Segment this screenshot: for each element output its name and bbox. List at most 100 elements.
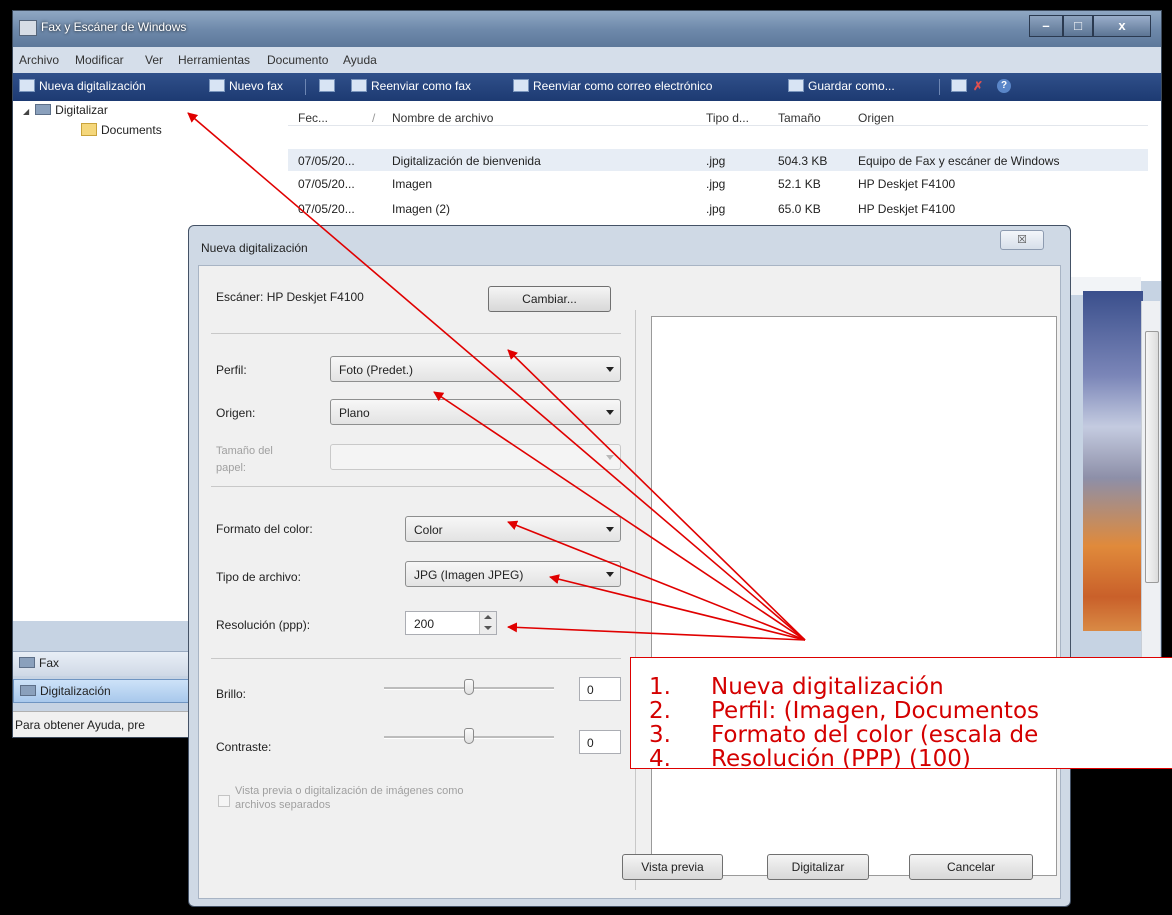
- menu-ver[interactable]: Ver: [145, 53, 163, 67]
- paper-size-select[interactable]: [330, 444, 621, 470]
- separate-files-checkbox[interactable]: [218, 795, 230, 807]
- chevron-down-icon: [606, 367, 614, 372]
- spin-buttons[interactable]: [479, 612, 496, 634]
- resolution-value: 200: [414, 617, 435, 631]
- sort-indicator: /: [372, 111, 376, 125]
- close-window-button[interactable]: x: [1093, 15, 1151, 37]
- menu-ayuda[interactable]: Ayuda: [343, 53, 377, 67]
- cell-date: 07/05/20...: [298, 177, 355, 191]
- nav-scan-label: Digitalización: [40, 684, 111, 698]
- save-icon: [788, 79, 804, 92]
- nav-digitalizacion[interactable]: Digitalización: [13, 679, 203, 703]
- col-filename[interactable]: Nombre de archivo: [392, 111, 493, 125]
- window-title: Fax y Escáner de Windows: [41, 20, 187, 34]
- annotation-box: 1. Nueva digitalización 2. Perfil: (Imagen…: [630, 657, 1172, 769]
- file-type-value: JPG (Imagen JPEG): [414, 568, 524, 582]
- scroll-thumb[interactable]: [1145, 331, 1159, 583]
- annotation-item: 4. Resolución (PPP) (100): [649, 746, 971, 769]
- source-value: Plano: [339, 406, 370, 420]
- dialog-title: Nueva digitalización: [201, 241, 308, 255]
- chevron-down-icon[interactable]: [484, 626, 492, 630]
- brightness-value: 0: [587, 683, 594, 697]
- chevron-down-icon: [606, 572, 614, 577]
- cell-date: 07/05/20...: [298, 202, 355, 216]
- contrast-value-field[interactable]: 0: [579, 730, 621, 754]
- source-select[interactable]: Plano: [330, 399, 621, 425]
- delete-button[interactable]: ✗: [973, 79, 983, 93]
- col-date[interactable]: Fec...: [298, 111, 328, 125]
- maximize-button[interactable]: □: [1063, 15, 1093, 37]
- help-button[interactable]: ?: [997, 79, 1011, 93]
- cancel-button[interactable]: Cancelar: [909, 854, 1033, 880]
- chevron-up-icon[interactable]: [484, 615, 492, 619]
- print-icon: [951, 79, 967, 92]
- print-button[interactable]: [951, 79, 971, 93]
- scan-button[interactable]: Digitalizar: [767, 854, 869, 880]
- cell-name: Imagen (2): [392, 202, 451, 216]
- resolution-stepper[interactable]: 200: [405, 611, 497, 635]
- paper-size-label: Tamaño del: [216, 445, 273, 457]
- scanner-label: Escáner: HP Deskjet F4100: [216, 290, 364, 304]
- menu-modificar[interactable]: Modificar: [75, 53, 124, 67]
- col-size[interactable]: Tamaño: [778, 111, 821, 125]
- annotation-item: 1. Nueva digitalización: [649, 674, 944, 700]
- contrast-slider-thumb[interactable]: [464, 728, 474, 744]
- title-bar[interactable]: Fax y Escáner de Windows – □ x: [13, 11, 1161, 47]
- nav-fax[interactable]: Fax: [13, 651, 203, 676]
- table-row[interactable]: 07/05/20... Digitalización de bienvenida…: [298, 154, 1148, 174]
- forward-fax-icon: [351, 79, 367, 92]
- tree-expand-icon[interactable]: ◢: [23, 107, 29, 116]
- file-type-select[interactable]: JPG (Imagen JPEG): [405, 561, 621, 587]
- new-scan-button[interactable]: Nueva digitalización: [19, 79, 146, 93]
- file-type-label: Tipo de archivo:: [216, 570, 301, 584]
- scan-nav-icon: [20, 685, 36, 696]
- new-fax-button[interactable]: Nuevo fax: [209, 79, 283, 93]
- cell-origin: HP Deskjet F4100: [858, 177, 956, 191]
- preview-button[interactable]: Vista previa: [622, 854, 723, 880]
- status-text: Para obtener Ayuda, pre: [15, 718, 145, 732]
- menu-herramientas[interactable]: Herramientas: [178, 53, 250, 67]
- minimize-button[interactable]: –: [1029, 15, 1063, 37]
- contrast-value: 0: [587, 736, 594, 750]
- cell-type: .jpg: [706, 154, 726, 168]
- tree-item-documents[interactable]: Documents: [81, 123, 162, 137]
- toolbar: Nueva digitalización Nuevo fax Reenviar …: [13, 73, 1161, 101]
- menu-documento[interactable]: Documento: [267, 53, 328, 67]
- color-format-select[interactable]: Color: [405, 516, 621, 542]
- brightness-slider-thumb[interactable]: [464, 679, 474, 695]
- forward-email-button[interactable]: Reenviar como correo electrónico: [513, 79, 712, 93]
- cell-size: 65.0 KB: [778, 202, 821, 216]
- col-origin[interactable]: Origen: [858, 111, 894, 125]
- cell-name: Digitalización de bienvenida: [392, 154, 541, 168]
- fax-nav-icon: [19, 657, 35, 668]
- pane-divider: [635, 310, 636, 890]
- fax-scanner-app-icon: [19, 20, 37, 36]
- dialog-body: Escáner: HP Deskjet F4100 Cambiar... Per…: [198, 265, 1061, 899]
- view-button[interactable]: [319, 79, 339, 93]
- folder-icon: [81, 123, 97, 136]
- annotation-item: 2. Perfil: (Imagen, Documentos: [649, 698, 1040, 724]
- table-row[interactable]: 07/05/20... Imagen .jpg 52.1 KB HP Deskj…: [298, 177, 1148, 197]
- chevron-down-icon: [606, 527, 614, 532]
- scanner-icon: [19, 79, 35, 92]
- status-bar: Para obtener Ayuda, pre: [13, 711, 203, 737]
- change-scanner-button[interactable]: Cambiar...: [488, 286, 611, 312]
- source-label: Origen:: [216, 406, 256, 420]
- vertical-scrollbar[interactable]: [1141, 301, 1160, 681]
- menu-archivo[interactable]: Archivo: [19, 53, 59, 67]
- col-type[interactable]: Tipo d...: [706, 111, 749, 125]
- brightness-value-field[interactable]: 0: [579, 677, 621, 701]
- forward-fax-label: Reenviar como fax: [371, 79, 472, 93]
- cell-name: Imagen: [392, 177, 433, 191]
- save-as-button[interactable]: Guardar como...: [788, 79, 895, 93]
- profile-select[interactable]: Foto (Predet.): [330, 356, 621, 382]
- toolbar-separator: [939, 79, 940, 95]
- forward-fax-button[interactable]: Reenviar como fax: [351, 79, 471, 93]
- separate-files-label-2: archivos separados: [235, 799, 331, 811]
- separate-files-label: Vista previa o digitalización de imágene…: [235, 785, 464, 797]
- scan-preview-area: [651, 316, 1057, 876]
- table-row[interactable]: 07/05/20... Imagen (2) .jpg 65.0 KB HP D…: [298, 202, 1148, 222]
- tree-root-digitalizar[interactable]: ◢ Digitalizar: [23, 103, 108, 117]
- dialog-close-button[interactable]: ☒: [1000, 230, 1044, 250]
- contrast-label: Contraste:: [216, 740, 272, 754]
